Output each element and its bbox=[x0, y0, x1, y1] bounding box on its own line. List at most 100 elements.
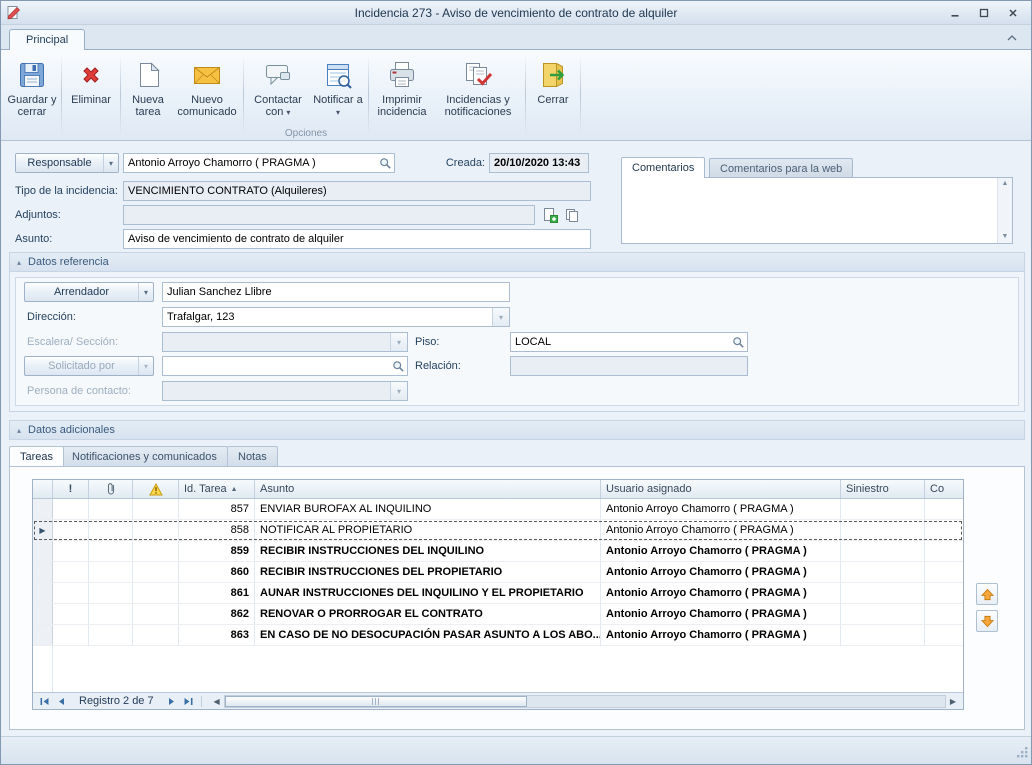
header-siniestro[interactable]: Siniestro bbox=[841, 480, 925, 498]
hscroll-thumb[interactable] bbox=[225, 696, 528, 707]
eliminar-button[interactable]: Eliminar bbox=[64, 53, 118, 127]
datos-referencia-panel: Arrendador ▾ Julian Sanchez Llibre Direc… bbox=[15, 277, 1019, 406]
datos-referencia-body: Arrendador ▾ Julian Sanchez Llibre Direc… bbox=[9, 272, 1025, 412]
direccion-field[interactable]: Trafalgar, 123 ▾ bbox=[162, 307, 510, 327]
close-button[interactable] bbox=[1000, 4, 1026, 22]
tareas-panel: ! Id. Tarea ▲ Asunto Usuario asignado Si… bbox=[9, 466, 1025, 730]
cell-id: 857 bbox=[179, 499, 255, 519]
table-row[interactable]: 863 EN CASO DE NO DESOCUPACIÓN PASAR ASU… bbox=[33, 625, 963, 646]
save-icon bbox=[16, 57, 48, 92]
hscroll-right-icon[interactable]: ▶ bbox=[946, 695, 960, 708]
header-usuario-asignado[interactable]: Usuario asignado bbox=[601, 480, 841, 498]
cell-siniestro bbox=[841, 499, 925, 519]
table-row[interactable]: 860 RECIBIR INSTRUCCIONES DEL PROPIETARI… bbox=[33, 562, 963, 583]
table-row[interactable]: 862 RENOVAR O PRORROGAR EL CONTRATO Anto… bbox=[33, 604, 963, 625]
nav-prev-button[interactable] bbox=[53, 695, 70, 708]
datos-referencia-header[interactable]: ▴ Datos referencia bbox=[9, 252, 1025, 272]
nuevo-comunicado-button[interactable]: Nuevo comunicado bbox=[173, 53, 241, 127]
cerrar-button[interactable]: Cerrar bbox=[528, 53, 578, 127]
adjuntos-label: Adjuntos: bbox=[15, 209, 61, 221]
tipo-incidencia-field: VENCIMIENTO CONTRATO (Alquileres) bbox=[123, 181, 591, 201]
asunto-field[interactable]: Aviso de vencimiento de contrato de alqu… bbox=[123, 229, 591, 249]
cell-id: 860 bbox=[179, 562, 255, 582]
comentarios-scrollbar[interactable]: ▲ ▼ bbox=[997, 178, 1012, 243]
cell-siniestro bbox=[841, 583, 925, 603]
chevron-up-icon bbox=[1007, 35, 1017, 41]
status-bar bbox=[1, 736, 1031, 764]
app-icon bbox=[6, 5, 21, 20]
tab-principal[interactable]: Principal bbox=[9, 29, 85, 50]
minimize-button[interactable] bbox=[942, 4, 968, 22]
scroll-up-icon[interactable]: ▲ bbox=[1002, 178, 1009, 190]
cell-id: 863 bbox=[179, 625, 255, 645]
cell-asunto: NOTIFICAR AL PROPIETARIO bbox=[255, 520, 601, 540]
table-row-selected[interactable]: ▶ 858 NOTIFICAR AL PROPIETARIO Antonio A… bbox=[33, 520, 963, 541]
responsable-field[interactable]: Antonio Arroyo Chamorro ( PRAGMA ) bbox=[123, 153, 395, 173]
guardar-y-cerrar-button[interactable]: Guardar y cerrar bbox=[5, 53, 59, 127]
comentarios-box: ▲ ▼ bbox=[621, 177, 1013, 244]
tab-comentarios[interactable]: Comentarios bbox=[621, 157, 705, 178]
imprimir-incidencia-button[interactable]: Imprimir incidencia bbox=[371, 53, 433, 127]
tab-notificaciones-comunicados[interactable]: Notificaciones y comunicados bbox=[61, 446, 228, 466]
header-asunto[interactable]: Asunto bbox=[255, 480, 601, 498]
nav-last-button[interactable] bbox=[180, 695, 197, 708]
add-file-icon bbox=[542, 207, 558, 223]
hscroll-track[interactable] bbox=[224, 695, 946, 708]
table-row[interactable]: 861 AUNAR INSTRUCCIONES DEL INQUILINO Y … bbox=[33, 583, 963, 604]
relacion-label: Relación: bbox=[415, 360, 461, 372]
tab-tareas[interactable]: Tareas bbox=[9, 446, 64, 466]
button-label: Eliminar bbox=[71, 94, 111, 106]
notificar-a-button[interactable]: Notificar a ▾ bbox=[310, 53, 366, 127]
cell-asunto: RECIBIR INSTRUCCIONES DEL PROPIETARIO bbox=[255, 562, 601, 582]
button-label: Cerrar bbox=[537, 94, 568, 106]
incidencias-y-notificaciones-button[interactable]: Incidencias y notificaciones bbox=[433, 53, 523, 127]
ribbon-group-caption: Opciones bbox=[246, 127, 366, 139]
resize-grip[interactable] bbox=[1016, 746, 1029, 762]
tab-notas[interactable]: Notas bbox=[227, 446, 278, 466]
table-row[interactable]: 859 RECIBIR INSTRUCCIONES DEL INQUILINO … bbox=[33, 541, 963, 562]
contactar-con-button[interactable]: Contactar con ▾ bbox=[246, 53, 310, 127]
search-icon[interactable] bbox=[729, 333, 747, 351]
maximize-button[interactable] bbox=[971, 4, 997, 22]
search-icon[interactable] bbox=[389, 357, 407, 375]
sort-asc-icon: ▲ bbox=[231, 486, 238, 493]
nav-first-button[interactable] bbox=[36, 695, 53, 708]
tab-comentarios-web[interactable]: Comentarios para la web bbox=[709, 158, 853, 178]
table-row[interactable]: 857 ENVIAR BUROFAX AL INQUILINO Antonio … bbox=[33, 499, 963, 520]
header-priority[interactable]: ! bbox=[53, 480, 89, 498]
button-label: Notificar a ▾ bbox=[310, 94, 366, 119]
nav-next-button[interactable] bbox=[163, 695, 180, 708]
add-attachment-button[interactable] bbox=[541, 206, 559, 224]
dropdown-arrow-icon: ▾ bbox=[336, 108, 340, 117]
dropdown-arrow-icon[interactable]: ▾ bbox=[492, 308, 509, 326]
move-task-up-button[interactable] bbox=[976, 583, 998, 605]
horizontal-scrollbar[interactable]: ◀ ▶ bbox=[210, 695, 960, 708]
cell-asunto: RECIBIR INSTRUCCIONES DEL INQUILINO bbox=[255, 541, 601, 561]
responsable-dropdown-button[interactable]: Responsable ▾ bbox=[15, 153, 119, 173]
arrendador-field[interactable]: Julian Sanchez Llibre bbox=[162, 282, 510, 302]
comentarios-textarea[interactable] bbox=[622, 178, 997, 243]
ribbon-collapse-button[interactable] bbox=[1003, 30, 1021, 45]
move-task-down-button[interactable] bbox=[976, 610, 998, 632]
nueva-tarea-button[interactable]: Nueva tarea bbox=[123, 53, 173, 127]
header-id-tarea[interactable]: Id. Tarea ▲ bbox=[179, 480, 255, 498]
search-icon[interactable] bbox=[376, 154, 394, 172]
nav-divider bbox=[201, 696, 202, 707]
row-indicator bbox=[33, 562, 53, 582]
header-co[interactable]: Co bbox=[925, 480, 963, 498]
cell-asunto: RENOVAR O PRORROGAR EL CONTRATO bbox=[255, 604, 601, 624]
escalera-label: Escalera/ Sección: bbox=[27, 336, 118, 348]
arrow-up-icon bbox=[981, 588, 994, 601]
scroll-down-icon[interactable]: ▼ bbox=[1002, 231, 1009, 243]
header-warning[interactable] bbox=[133, 480, 179, 498]
copy-attachment-button[interactable] bbox=[563, 206, 581, 224]
hscroll-left-icon[interactable]: ◀ bbox=[210, 695, 224, 708]
header-attachment[interactable] bbox=[89, 480, 133, 498]
solicitado-por-field[interactable] bbox=[162, 356, 408, 376]
printer-icon bbox=[386, 57, 418, 92]
button-label: Nueva tarea bbox=[123, 94, 173, 118]
datos-adicionales-header[interactable]: ▴ Datos adicionales bbox=[9, 420, 1025, 440]
arrendador-dropdown-button[interactable]: Arrendador ▾ bbox=[24, 282, 154, 302]
piso-field[interactable]: LOCAL bbox=[510, 332, 748, 352]
group-title: Datos referencia bbox=[28, 256, 109, 268]
